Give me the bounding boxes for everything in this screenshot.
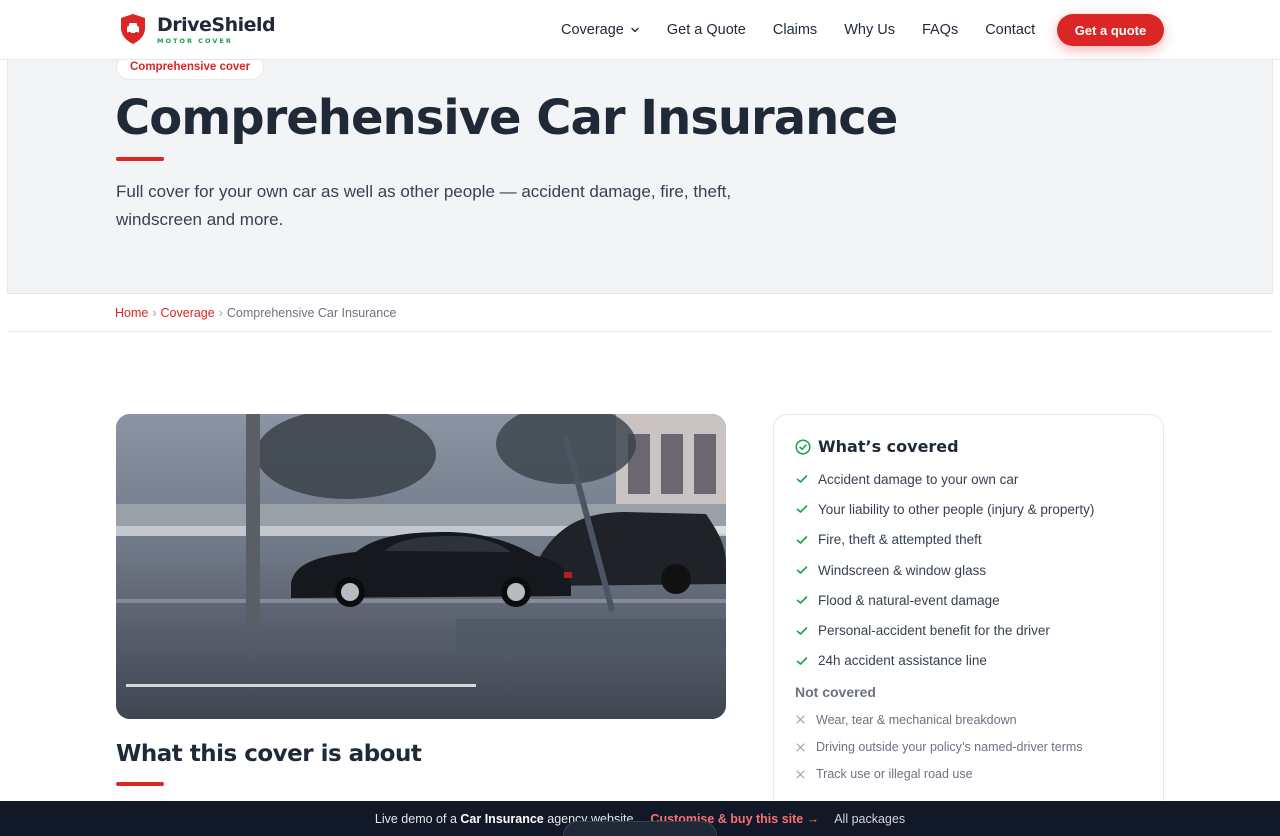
breadcrumb-separator: › bbox=[152, 305, 157, 320]
covered-item-label: Your liability to other people (injury &… bbox=[818, 501, 1095, 517]
list-item: Driving outside your policy’s named-driv… bbox=[795, 733, 1142, 760]
list-item: Fire, theft & attempted theft bbox=[795, 525, 1142, 555]
logo[interactable]: DriveShield MOTOR COVER bbox=[119, 13, 276, 45]
close-icon bbox=[796, 715, 805, 724]
demo-banner: Live demo of a Car Insurance agency webs… bbox=[0, 801, 1280, 836]
get-a-quote-button[interactable]: Get a quote bbox=[1057, 14, 1164, 46]
floating-dock[interactable] bbox=[563, 821, 717, 836]
breadcrumb-coverage-link[interactable]: Coverage bbox=[161, 306, 215, 320]
covered-item-label: Windscreen & window glass bbox=[818, 562, 987, 578]
nav-item-claims[interactable]: Claims bbox=[773, 22, 817, 38]
nav-item-contact[interactable]: Contact bbox=[985, 22, 1035, 38]
breadcrumb-home-link[interactable]: Home bbox=[115, 306, 148, 320]
covered-list: Accident damage to your own car Your lia… bbox=[795, 464, 1142, 676]
covered-item-label: Personal-accident benefit for the driver bbox=[818, 623, 1050, 639]
check-icon bbox=[796, 475, 808, 483]
section-title: What this cover is about bbox=[116, 741, 422, 767]
not-covered-item-label: Driving outside your policy’s named-driv… bbox=[816, 740, 1083, 755]
breadcrumb-separator: › bbox=[218, 305, 223, 320]
check-icon bbox=[796, 657, 808, 665]
not-covered-heading: Not covered bbox=[795, 684, 876, 701]
covered-item-label: Fire, theft & attempted theft bbox=[818, 532, 982, 548]
card-header: What’s covered bbox=[795, 437, 1142, 456]
close-icon bbox=[796, 770, 805, 779]
list-item: Personal-accident benefit for the driver bbox=[795, 615, 1142, 645]
nav-item-why-us[interactable]: Why Us bbox=[844, 22, 895, 38]
check-icon bbox=[796, 535, 808, 544]
not-covered-item-label: Track use or illegal road use bbox=[816, 767, 973, 782]
breadcrumb-current: Comprehensive Car Insurance bbox=[226, 305, 397, 320]
close-icon bbox=[796, 742, 805, 752]
list-item: 24h accident assistance line bbox=[795, 646, 1142, 676]
check-icon bbox=[796, 596, 808, 605]
covered-item-label: Accident damage to your own car bbox=[818, 471, 1019, 487]
covered-item-label: 24h accident assistance line bbox=[818, 653, 987, 669]
section-underline bbox=[116, 782, 164, 786]
check-icon bbox=[796, 505, 808, 514]
main-nav: Coverage Get a Quote Claims Why Us FAQs … bbox=[561, 0, 1062, 60]
logo-name: DriveShield bbox=[157, 13, 276, 36]
all-packages-link[interactable]: All packages bbox=[834, 812, 905, 826]
title-underline bbox=[116, 157, 164, 161]
nav-item-label: Coverage bbox=[561, 22, 624, 38]
nav-item-get-a-quote[interactable]: Get a Quote bbox=[667, 22, 746, 38]
covered-item-label: Flood & natural-event damage bbox=[818, 592, 1000, 608]
list-item: Windscreen & window glass bbox=[795, 555, 1142, 585]
list-item: Flood & natural-event damage bbox=[795, 585, 1142, 615]
demo-text-prefix: Live demo of a bbox=[374, 811, 457, 826]
car-photo bbox=[116, 414, 726, 719]
page-title: Comprehensive Car Insurance bbox=[115, 90, 898, 146]
hero: Comprehensive cover Comprehensive Car In… bbox=[7, 54, 1273, 293]
breadcrumb: Home › Coverage › Comprehensive Car Insu… bbox=[7, 293, 1273, 332]
check-circle-icon bbox=[795, 438, 811, 455]
nav-item-coverage[interactable]: Coverage bbox=[561, 22, 640, 38]
chevron-down-icon bbox=[631, 27, 639, 33]
logo-tagline: MOTOR COVER bbox=[157, 36, 233, 45]
list-item: Wear, tear & mechanical breakdown bbox=[795, 706, 1142, 733]
demo-text-bold: Car Insurance bbox=[460, 811, 544, 826]
list-item: Accident damage to your own car bbox=[795, 464, 1142, 494]
not-covered-list: Wear, tear & mechanical breakdown Drivin… bbox=[795, 706, 1142, 788]
hero-subtitle: Full cover for your own car as well as o… bbox=[116, 182, 732, 229]
nav-item-faqs[interactable]: FAQs bbox=[922, 22, 958, 38]
site-header: DriveShield MOTOR COVER Coverage Get a Q… bbox=[0, 0, 1280, 60]
shield-logo-icon bbox=[121, 14, 145, 44]
card-title: What’s covered bbox=[818, 437, 959, 456]
check-icon bbox=[796, 566, 808, 574]
list-item: Your liability to other people (injury &… bbox=[795, 494, 1142, 524]
not-covered-item-label: Wear, tear & mechanical breakdown bbox=[816, 712, 1017, 727]
list-item: Track use or illegal road use bbox=[795, 761, 1142, 788]
check-icon bbox=[796, 626, 808, 635]
coverage-card: What’s covered Accident damage to your o… bbox=[773, 414, 1164, 834]
